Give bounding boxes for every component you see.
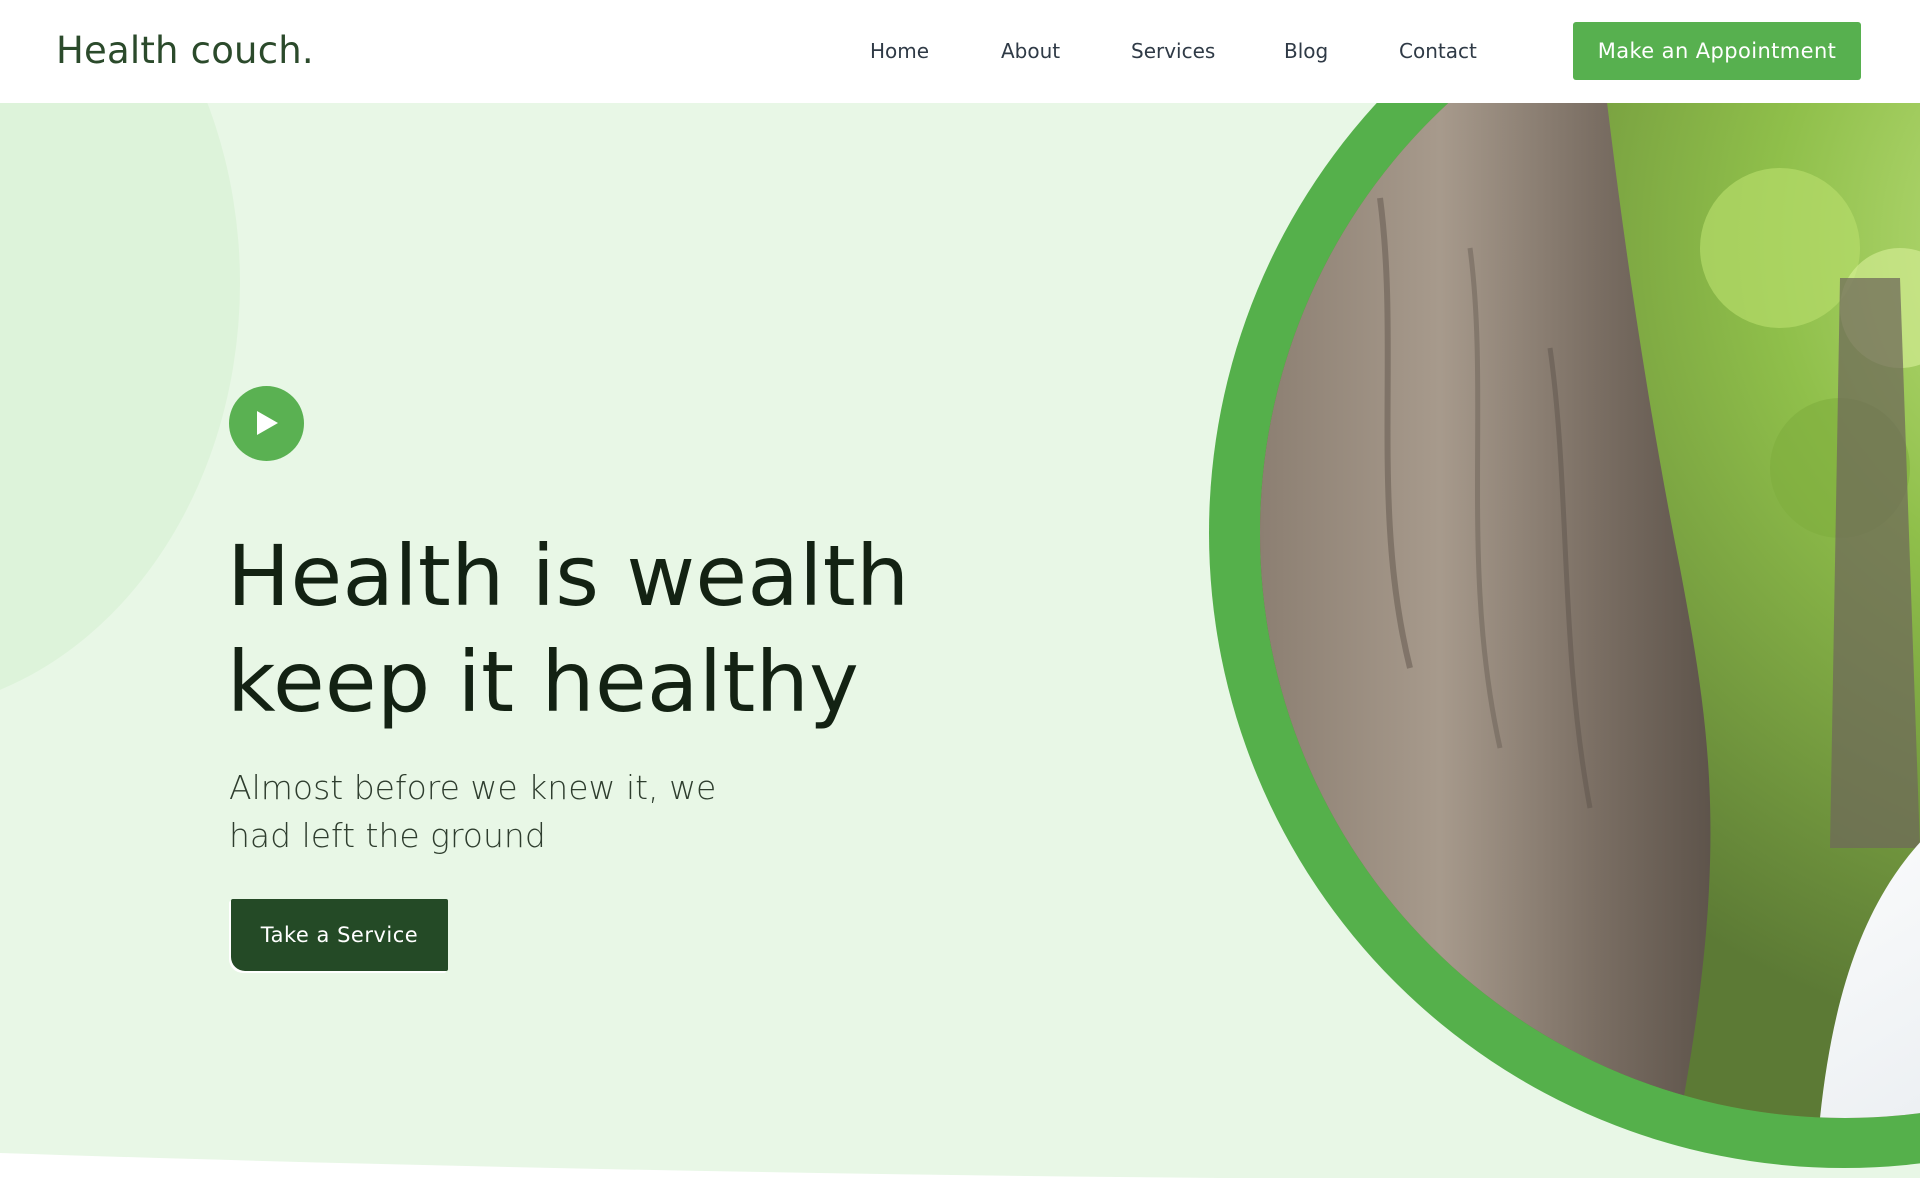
- nav-home[interactable]: Home: [870, 38, 929, 64]
- nav-blog[interactable]: Blog: [1284, 38, 1328, 64]
- play-icon: [257, 411, 278, 435]
- hero-subheading-line-1: Almost before we knew it, we: [229, 768, 717, 807]
- hero-decorative-blob: [0, 103, 240, 713]
- doctor-photo-illustration: [1260, 103, 1920, 1118]
- nav-contact[interactable]: Contact: [1399, 38, 1477, 64]
- hero-subheading: Almost before we knew it, we had left th…: [229, 764, 749, 860]
- take-a-service-button[interactable]: Take a Service: [231, 899, 448, 971]
- hero-headline-line-2: keep it healthy: [227, 633, 860, 731]
- make-appointment-button[interactable]: Make an Appointment: [1573, 22, 1861, 80]
- hero-bottom-wave: [0, 1153, 1221, 1178]
- nav-about[interactable]: About: [1001, 38, 1060, 64]
- play-video-button[interactable]: [229, 386, 304, 461]
- nav-services[interactable]: Services: [1131, 38, 1215, 64]
- site-header: Health couch. Home About Services Blog C…: [0, 0, 1920, 103]
- doctor-photo: [1260, 103, 1920, 1118]
- hero-headline: Health is wealth keep it healthy: [227, 523, 987, 735]
- hero-section: Health is wealth keep it healthy Almost …: [0, 103, 1920, 1178]
- hero-subheading-line-2: had left the ground: [229, 816, 546, 855]
- hero-headline-line-1: Health is wealth: [227, 527, 910, 625]
